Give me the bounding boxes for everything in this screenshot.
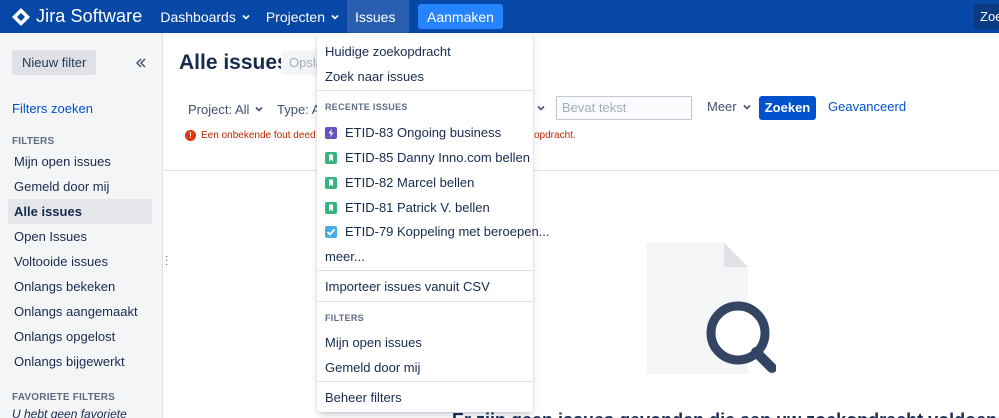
recent-issue-item[interactable]: ETID-82 Marcel bellen (325, 175, 474, 190)
favorite-filters-title: FAVORIETE FILTERS (12, 392, 116, 403)
search-button[interactable]: Zoeken (759, 96, 816, 120)
sidebar-item-onlangs-bijgewerkt[interactable]: Onlangs bijgewerkt (8, 349, 152, 374)
global-search-input[interactable]: Zoe (974, 4, 999, 29)
find-filters-link[interactable]: Filters zoeken (12, 101, 93, 116)
sidebar-item-alle-issues[interactable]: Alle issues (8, 199, 152, 224)
empty-search-illustration-icon (647, 243, 776, 374)
menu-item-manage-filters[interactable]: Beheer filters (325, 390, 402, 405)
menu-item-current-search[interactable]: Huidige zoekopdracht (325, 44, 451, 59)
app-name: Jira Software (36, 6, 143, 26)
menu-separator (317, 381, 533, 382)
error-icon: ! (185, 130, 196, 141)
chevron-down-icon[interactable] (537, 104, 545, 112)
nav-dashboards-label: Dashboards (160, 8, 236, 25)
nav-dashboards[interactable]: Dashboards (152, 0, 258, 33)
menu-separator (317, 90, 533, 91)
error-text-end: opdracht. (534, 130, 576, 141)
sidebar-item-open-issues[interactable]: Open Issues (8, 224, 152, 249)
save-as-button[interactable]: Opsla (281, 51, 321, 75)
sidebar-item-mijn-open-issues[interactable]: Mijn open issues (8, 149, 152, 174)
sidebar-item-gemeld-door-mij[interactable]: Gemeld door mij (8, 174, 152, 199)
error-message: ! Een onbekende fout deed zi (185, 130, 326, 141)
story-bookmark-icon (325, 151, 337, 164)
menu-item-reported-by-me[interactable]: Gemeld door mij (325, 360, 420, 375)
project-filter-label: Project: All (188, 101, 250, 117)
recent-issue-label: ETID-79 Koppeling met beroepen... (345, 224, 550, 239)
nav-issues[interactable]: Issues (347, 0, 409, 33)
page-title: Alle issues (179, 51, 289, 74)
recent-issue-label: ETID-82 Marcel bellen (345, 175, 475, 190)
filters-section-title: FILTERS (12, 136, 55, 147)
advanced-search-link[interactable]: Geavanceerd (828, 99, 906, 114)
chevron-down-icon (331, 14, 339, 20)
recent-issue-item[interactable]: ETID-83 Ongoing business (325, 125, 501, 140)
menu-item-search-issues[interactable]: Zoek naar issues (325, 69, 424, 84)
no-favorites-text: U hebt geen favoriete (12, 407, 127, 418)
new-filter-button[interactable]: Nieuw filter (12, 50, 97, 75)
menu-separator (317, 301, 533, 302)
recent-issue-item[interactable]: ETID-79 Koppeling met beroepen... (325, 224, 550, 239)
jira-diamond-icon (12, 7, 30, 26)
more-criteria-label: Meer (707, 99, 737, 114)
chevron-down-icon (242, 14, 250, 20)
menu-separator (317, 270, 533, 271)
create-button[interactable]: Aanmaken (418, 4, 503, 29)
project-filter[interactable]: Project: All (188, 98, 263, 120)
recent-issue-label: ETID-83 Ongoing business (345, 125, 502, 140)
nav-projecten[interactable]: Projecten (258, 0, 347, 33)
menu-item-my-open-issues[interactable]: Mijn open issues (325, 335, 422, 350)
nav-projecten-label: Projecten (265, 8, 325, 25)
chevron-down-icon (743, 104, 751, 110)
sidebar-item-onlangs-bekeken[interactable]: Onlangs bekeken (8, 274, 152, 299)
issues-dropdown-menu: Huidige zoekopdracht Zoek naar issues RE… (317, 33, 550, 412)
error-text-start: Een onbekende fout deed zi (201, 130, 326, 141)
story-bookmark-icon (325, 176, 337, 189)
sidebar-item-onlangs-aangemaakt[interactable]: Onlangs aangemaakt (8, 299, 152, 324)
sidebar-item-voltooide-issues[interactable]: Voltooide issues (8, 249, 152, 274)
filter-list: Mijn open issues Gemeld door mij Alle is… (8, 149, 152, 374)
recent-issue-label: ETID-81 Patrick V. bellen (345, 200, 490, 215)
recent-issues-title: RECENTE ISSUES (325, 102, 408, 112)
nav-issues-label: Issues (355, 8, 396, 25)
jira-logo[interactable]: Jira Software (0, 0, 142, 33)
task-checkbox-icon (325, 225, 337, 238)
contains-text-input[interactable]: Bevat tekst (556, 96, 692, 120)
dropdown-filters-title: FILTERS (325, 313, 364, 323)
menu-item-import-csv[interactable]: Importeer issues vanuit CSV (325, 279, 490, 294)
story-bookmark-icon (325, 201, 337, 214)
recent-issue-item[interactable]: ETID-85 Danny Inno.com bellen (325, 150, 530, 165)
recent-issue-item[interactable]: ETID-81 Patrick V. bellen (325, 200, 490, 215)
top-navigation: Jira Software Dashboards Projecten Issue… (0, 0, 999, 33)
menu-item-more-recent[interactable]: meer... (325, 249, 365, 264)
sidebar-item-onlangs-opgelost[interactable]: Onlangs opgelost (8, 324, 152, 349)
more-criteria-button[interactable]: Meer (707, 99, 751, 114)
recent-issue-label: ETID-85 Danny Inno.com bellen (345, 150, 530, 165)
empty-state-text: Er zijn geen issues gevonden die aan uw … (452, 410, 997, 418)
divider (164, 170, 999, 171)
resize-handle[interactable]: · · · (165, 252, 168, 270)
collapse-sidebar-icon[interactable] (135, 55, 146, 71)
chevron-down-icon (255, 106, 263, 112)
filters-sidebar: Nieuw filter Filters zoeken FILTERS Mijn… (0, 33, 163, 418)
epic-icon (325, 126, 337, 139)
